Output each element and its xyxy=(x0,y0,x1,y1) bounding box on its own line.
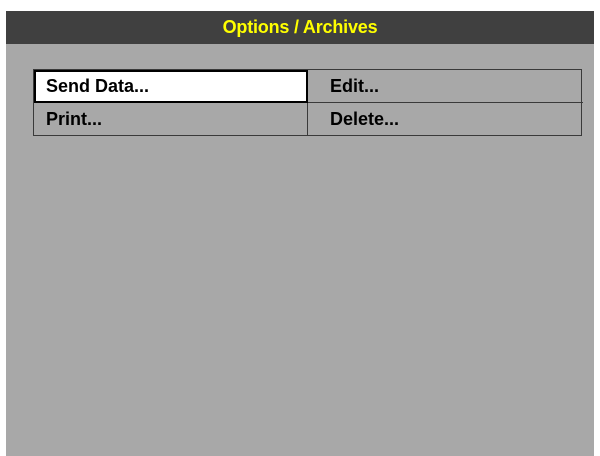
send-data-menu-item[interactable]: Send Data... xyxy=(34,70,308,103)
window-title: Options / Archives xyxy=(222,17,378,37)
edit-label: Edit... xyxy=(330,75,379,96)
delete-label: Delete... xyxy=(330,109,400,129)
send-data-label: Send Data... xyxy=(46,75,150,96)
edit-menu-item[interactable]: Edit... xyxy=(308,70,583,103)
print-menu-item[interactable]: Print... xyxy=(34,103,308,136)
options-archives-window: Options / Archives Send Data... Edit... … xyxy=(6,11,594,456)
delete-menu-item[interactable]: Delete... xyxy=(308,103,583,136)
options-menu-grid: Send Data... Edit... Print... Delete... xyxy=(33,69,583,136)
print-label: Print... xyxy=(46,109,103,129)
title-bar: Options / Archives xyxy=(6,11,594,44)
